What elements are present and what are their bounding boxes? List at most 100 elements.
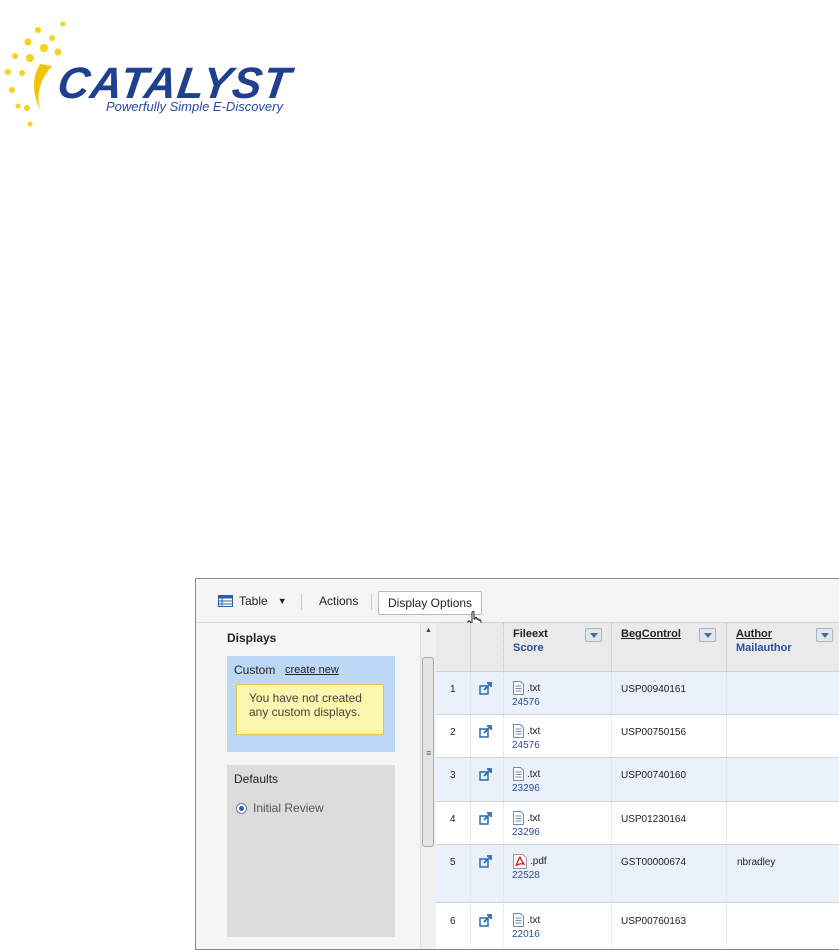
begcontrol-value: USP01230164 [621, 814, 687, 825]
column-header-begcontrol[interactable]: BegControl [611, 623, 726, 671]
view-selector-button[interactable]: Table ▼ [218, 593, 287, 609]
score-value: 24576 [512, 740, 540, 751]
custom-label: Custom [234, 663, 276, 677]
row-divider [726, 758, 728, 801]
catalyst-logo: CATALYST Powerfully Simple E-Discovery [0, 18, 330, 138]
custom-displays-section: Custom create new You have not created a… [227, 656, 395, 752]
text-file-icon [513, 767, 524, 781]
open-document-icon[interactable] [479, 812, 493, 828]
score-value: 22016 [512, 929, 540, 940]
fileext-cell: .txt [513, 681, 540, 695]
fileext-cell: .pdf [513, 854, 547, 869]
table-row[interactable]: 6 .txt 22016 USP00760163 [436, 904, 839, 949]
column-menu-dropdown-icon[interactable] [816, 628, 833, 642]
row-divider [503, 802, 505, 844]
scroll-grip-icon: ≡ [426, 748, 432, 758]
row-divider [503, 715, 505, 757]
row-divider [611, 672, 613, 714]
scrollbar-thumb[interactable]: ≡ [422, 657, 434, 847]
row-divider [611, 758, 613, 801]
table-row[interactable]: 1 .txt 24576 USP00940161 [436, 672, 839, 715]
row-divider [470, 904, 472, 949]
begcontrol-value: USP00740160 [621, 770, 687, 781]
author-header-label[interactable]: Author [736, 628, 772, 640]
table-row[interactable]: 2 .txt 24576 USP00750156 [436, 715, 839, 758]
table-icon [218, 595, 233, 607]
fileext-value: .txt [527, 914, 541, 926]
score-value: 24576 [512, 697, 540, 708]
open-document-icon[interactable] [479, 855, 493, 871]
row-number: 4 [450, 814, 456, 825]
table-row[interactable]: 4 .txt 23296 USP01230164 [436, 802, 839, 845]
column-menu-dropdown-icon[interactable] [699, 628, 716, 642]
vertical-scrollbar[interactable]: ▲ ≡ [420, 623, 436, 949]
fileext-header-label: Fileext [513, 628, 548, 640]
fileext-cell: .txt [513, 811, 540, 825]
row-divider [726, 715, 728, 757]
score-header-label: Score [513, 642, 544, 654]
score-value: 22528 [512, 870, 540, 881]
fileext-value: .txt [527, 812, 541, 824]
open-document-icon[interactable] [479, 914, 493, 930]
row-number: 1 [450, 684, 456, 695]
row-divider [470, 715, 472, 757]
table-row[interactable]: 5 .pdf 22528 GST00000674 nbradley [436, 845, 839, 903]
displays-panel: Displays Custom create new You have not … [215, 623, 405, 949]
row-divider [503, 672, 505, 714]
empty-custom-displays-note: You have not created any custom displays… [236, 684, 384, 735]
default-displays-section: Defaults Initial Review [227, 765, 395, 937]
app-frame: Table ▼ Actions Display Options Displays… [195, 578, 839, 950]
fileext-cell: .txt [513, 913, 540, 927]
radio-selected-icon[interactable] [236, 802, 247, 814]
open-document-icon[interactable] [479, 768, 493, 784]
row-divider [611, 904, 613, 949]
begcontrol-value: USP00750156 [621, 727, 687, 738]
scroll-up-arrow-icon[interactable]: ▲ [425, 627, 432, 634]
row-number: 3 [450, 770, 456, 781]
column-header-fileext[interactable]: Fileext Score [503, 623, 611, 671]
open-document-icon[interactable] [479, 725, 493, 741]
table-row[interactable]: 3 .txt 23296 USP00740160 [436, 758, 839, 802]
row-divider [611, 802, 613, 844]
toolbar-divider [301, 594, 302, 610]
author-value: nbradley [737, 857, 776, 868]
begcontrol-header-label[interactable]: BegControl [621, 628, 681, 640]
column-divider [470, 623, 472, 671]
begcontrol-value: GST00000674 [621, 857, 687, 868]
column-header-author[interactable]: Author Mailauthor [726, 623, 839, 671]
row-divider [503, 758, 505, 801]
column-menu-dropdown-icon[interactable] [585, 628, 602, 642]
view-selector-label: Table [239, 594, 268, 608]
fileext-value: .pdf [530, 856, 547, 867]
open-document-icon[interactable] [479, 682, 493, 698]
create-new-link[interactable]: create new [285, 664, 339, 676]
text-file-icon [513, 811, 524, 825]
pdf-file-icon [513, 854, 527, 869]
fileext-value: .txt [527, 768, 541, 780]
row-divider [470, 845, 472, 902]
row-number: 6 [450, 916, 456, 927]
displays-title: Displays [227, 631, 277, 645]
row-divider [726, 845, 728, 902]
row-divider [503, 904, 505, 949]
fileext-cell: .txt [513, 767, 540, 781]
row-divider [726, 802, 728, 844]
text-file-icon [513, 724, 524, 738]
table-header: Fileext Score BegControl Author Mailauth… [436, 623, 839, 672]
row-divider [726, 672, 728, 714]
text-file-icon [513, 913, 524, 927]
actions-button[interactable]: Actions [319, 593, 358, 609]
text-file-icon [513, 681, 524, 695]
mailauthor-header-label: Mailauthor [736, 642, 792, 654]
caret-down-icon: ▼ [277, 596, 287, 606]
note-line-1: You have not created [249, 691, 362, 705]
row-number: 2 [450, 727, 456, 738]
row-divider [611, 715, 613, 757]
toolbar-divider [371, 594, 372, 610]
note-line-2: any custom displays. [249, 705, 361, 719]
row-divider [470, 672, 472, 714]
initial-review-option[interactable]: Initial Review [236, 801, 324, 815]
row-number: 5 [450, 857, 456, 868]
results-table: Fileext Score BegControl Author Mailauth… [436, 623, 839, 949]
logo-tagline: Powerfully Simple E-Discovery [106, 99, 283, 114]
